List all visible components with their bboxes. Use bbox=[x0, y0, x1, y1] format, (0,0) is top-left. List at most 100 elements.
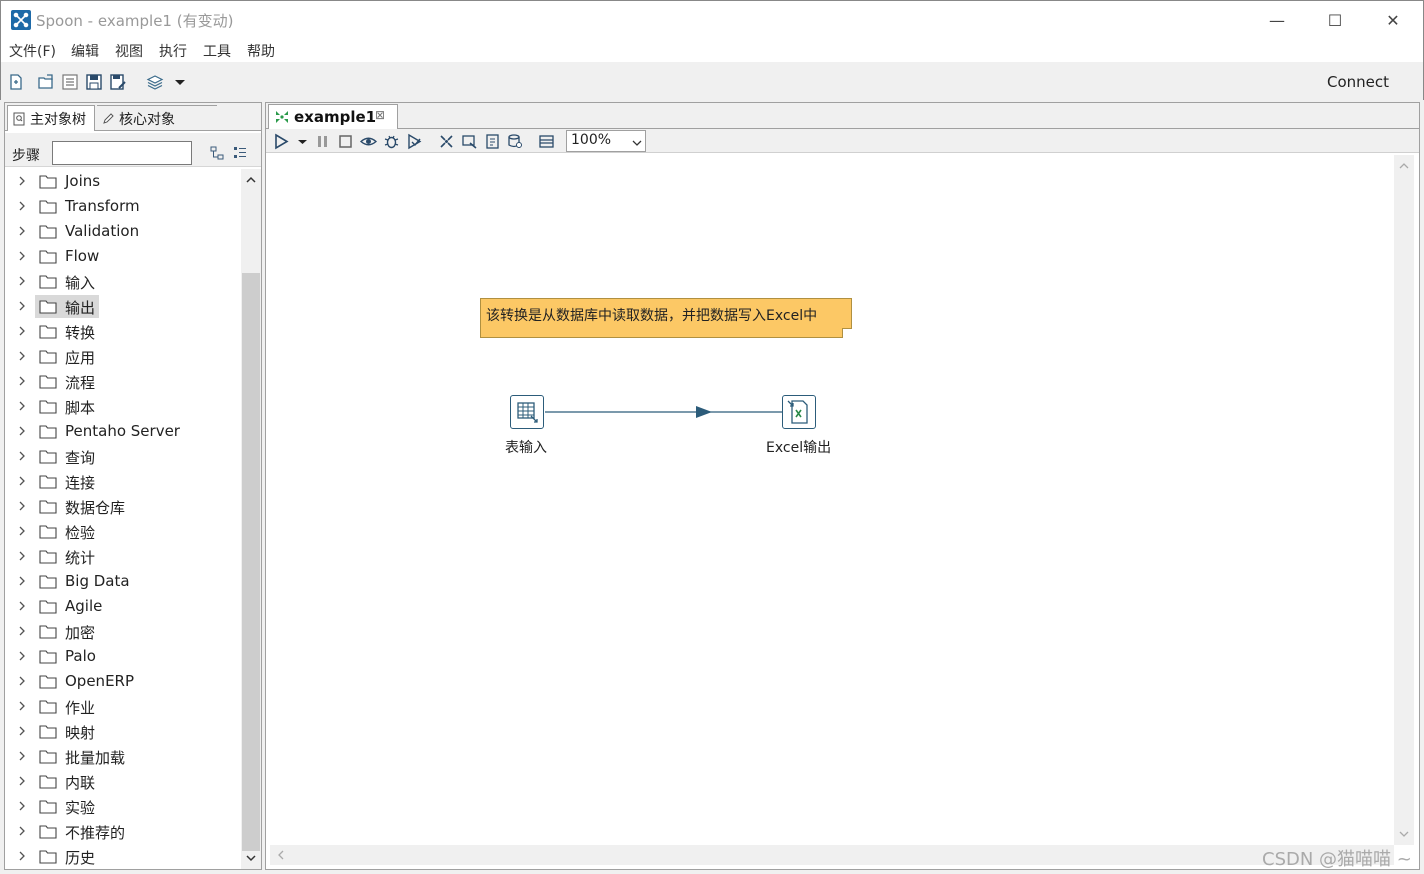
chevron-right-icon[interactable] bbox=[16, 600, 28, 612]
impact-analysis-icon[interactable] bbox=[461, 133, 478, 150]
chevron-right-icon[interactable] bbox=[16, 575, 28, 587]
tree-item[interactable]: 输入 bbox=[5, 269, 241, 294]
tree-item[interactable]: 内联 bbox=[5, 769, 241, 794]
tree-item[interactable]: 输出 bbox=[5, 294, 241, 319]
tree-item[interactable]: Joins bbox=[5, 169, 241, 194]
close-button[interactable]: ✕ bbox=[1364, 1, 1422, 39]
tree-item[interactable]: 加密 bbox=[5, 619, 241, 644]
pause-icon[interactable] bbox=[314, 133, 331, 150]
tree-item[interactable]: 数据仓库 bbox=[5, 494, 241, 519]
chevron-right-icon[interactable] bbox=[16, 275, 28, 287]
chevron-right-icon[interactable] bbox=[16, 850, 28, 862]
menu-edit[interactable]: 编辑 bbox=[71, 41, 99, 61]
chevron-right-icon[interactable] bbox=[16, 475, 28, 487]
chevron-right-icon[interactable] bbox=[16, 250, 28, 262]
tree-item[interactable]: 批量加载 bbox=[5, 744, 241, 769]
zoom-select[interactable]: 100% bbox=[566, 130, 646, 152]
scroll-up-icon[interactable] bbox=[244, 173, 258, 187]
explore-db-icon[interactable] bbox=[507, 133, 524, 150]
canvas-scroll-left-icon[interactable] bbox=[274, 848, 288, 862]
menu-tools[interactable]: 工具 bbox=[203, 41, 231, 61]
tree-item[interactable]: 映射 bbox=[5, 719, 241, 744]
tree-item[interactable]: Flow bbox=[5, 244, 241, 269]
tree-item[interactable]: 不推荐的 bbox=[5, 819, 241, 844]
run-icon[interactable] bbox=[273, 133, 290, 150]
explore-repo-icon[interactable] bbox=[61, 73, 79, 91]
tab-close-icon[interactable]: ⊠ bbox=[375, 108, 385, 122]
menu-file[interactable]: 文件(F) bbox=[9, 41, 56, 61]
chevron-right-icon[interactable] bbox=[16, 350, 28, 362]
tree-item[interactable]: Agile bbox=[5, 594, 241, 619]
tree-item[interactable]: 流程 bbox=[5, 369, 241, 394]
debug-icon[interactable] bbox=[383, 133, 400, 150]
tree-item[interactable]: 应用 bbox=[5, 344, 241, 369]
tab-core-objects[interactable]: 核心对象 bbox=[97, 105, 217, 131]
chevron-right-icon[interactable] bbox=[16, 325, 28, 337]
tree-item[interactable]: 脚本 bbox=[5, 394, 241, 419]
chevron-right-icon[interactable] bbox=[16, 700, 28, 712]
tree-item[interactable]: 检验 bbox=[5, 519, 241, 544]
transformation-canvas[interactable]: 该转换是从数据库中读取数据，并把数据写入Excel中 表输入 Excel输出 bbox=[270, 155, 1394, 845]
chevron-right-icon[interactable] bbox=[16, 675, 28, 687]
tab-example1[interactable]: example1 ⊠ bbox=[268, 104, 398, 129]
minimize-button[interactable]: — bbox=[1248, 1, 1306, 39]
tree-item[interactable]: 查询 bbox=[5, 444, 241, 469]
chevron-right-icon[interactable] bbox=[16, 650, 28, 662]
chevron-right-icon[interactable] bbox=[16, 775, 28, 787]
verify-icon[interactable] bbox=[438, 133, 455, 150]
chevron-right-icon[interactable] bbox=[16, 825, 28, 837]
canvas-note[interactable]: 该转换是从数据库中读取数据，并把数据写入Excel中 bbox=[480, 298, 852, 338]
tree-item[interactable]: 统计 bbox=[5, 544, 241, 569]
chevron-right-icon[interactable] bbox=[16, 750, 28, 762]
tree-item[interactable]: Pentaho Server bbox=[5, 419, 241, 444]
save-icon[interactable] bbox=[85, 73, 103, 91]
menu-run[interactable]: 执行 bbox=[159, 41, 187, 61]
step-table-input[interactable] bbox=[510, 395, 544, 429]
menu-help[interactable]: 帮助 bbox=[247, 41, 275, 61]
expand-all-icon[interactable] bbox=[209, 145, 225, 161]
tree-item[interactable]: 转换 bbox=[5, 319, 241, 344]
tree-item[interactable]: Validation bbox=[5, 219, 241, 244]
new-file-icon[interactable] bbox=[7, 73, 25, 91]
chevron-right-icon[interactable] bbox=[16, 225, 28, 237]
save-as-icon[interactable] bbox=[109, 73, 127, 91]
step-excel-output[interactable] bbox=[782, 395, 816, 429]
chevron-right-icon[interactable] bbox=[16, 450, 28, 462]
tree-item[interactable]: 历史 bbox=[5, 844, 241, 869]
canvas-vertical-scrollbar[interactable] bbox=[1394, 155, 1414, 845]
chevron-right-icon[interactable] bbox=[16, 525, 28, 537]
tree-item[interactable]: 作业 bbox=[5, 694, 241, 719]
tree-item[interactable]: 连接 bbox=[5, 469, 241, 494]
chevron-right-icon[interactable] bbox=[16, 500, 28, 512]
canvas-horizontal-scrollbar[interactable] bbox=[270, 845, 1394, 865]
open-file-icon[interactable] bbox=[37, 73, 55, 91]
tree-item[interactable]: OpenERP bbox=[5, 669, 241, 694]
sql-icon[interactable] bbox=[484, 133, 501, 150]
connect-button[interactable]: Connect bbox=[1327, 73, 1389, 91]
chevron-right-icon[interactable] bbox=[16, 625, 28, 637]
tree-item[interactable]: 实验 bbox=[5, 794, 241, 819]
canvas-scroll-up-icon[interactable] bbox=[1397, 159, 1411, 173]
chevron-right-icon[interactable] bbox=[16, 375, 28, 387]
chevron-right-icon[interactable] bbox=[16, 725, 28, 737]
chevron-right-icon[interactable] bbox=[16, 300, 28, 312]
chevron-right-icon[interactable] bbox=[16, 400, 28, 412]
menu-view[interactable]: 视图 bbox=[115, 41, 143, 61]
chevron-right-icon[interactable] bbox=[16, 425, 28, 437]
perspective-icon[interactable] bbox=[146, 73, 164, 91]
scroll-down-icon[interactable] bbox=[244, 851, 258, 865]
chevron-right-icon[interactable] bbox=[16, 800, 28, 812]
preview-icon[interactable] bbox=[359, 133, 378, 150]
tree-item[interactable]: Big Data bbox=[5, 569, 241, 594]
tree-item[interactable]: Transform bbox=[5, 194, 241, 219]
stop-icon[interactable] bbox=[337, 133, 354, 150]
tree-item[interactable]: Palo bbox=[5, 644, 241, 669]
run-dropdown-icon[interactable] bbox=[294, 133, 311, 150]
chevron-right-icon[interactable] bbox=[16, 175, 28, 187]
collapse-all-icon[interactable] bbox=[232, 145, 248, 161]
steps-search-input[interactable] bbox=[52, 141, 192, 165]
tab-main-object-tree[interactable]: 主对象树 bbox=[7, 105, 95, 131]
maximize-button[interactable]: ☐ bbox=[1306, 1, 1364, 39]
tree-scroll-thumb[interactable] bbox=[242, 273, 260, 851]
show-results-icon[interactable] bbox=[538, 133, 555, 150]
